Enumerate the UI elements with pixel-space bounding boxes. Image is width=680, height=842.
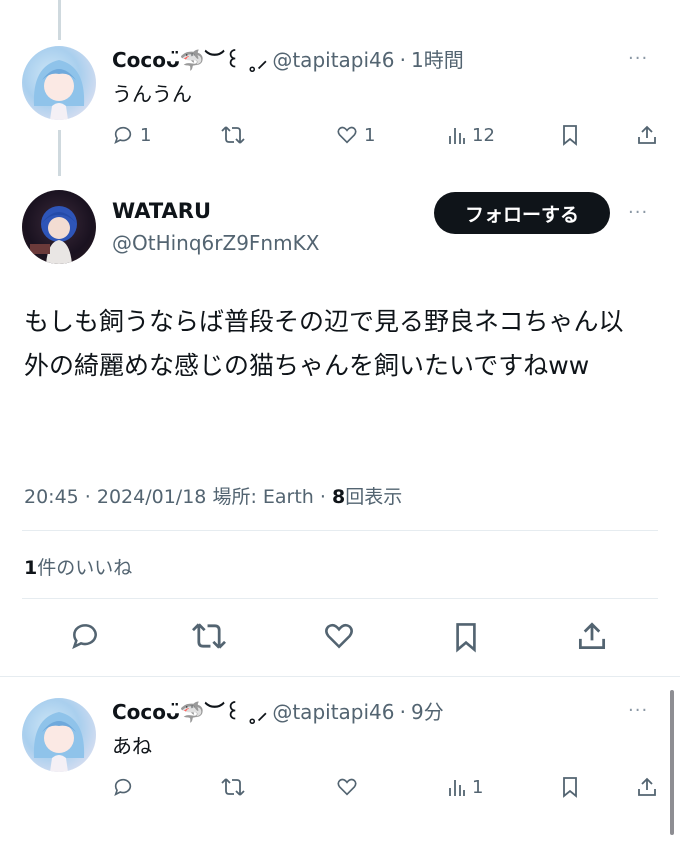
bookmark-icon [456, 623, 476, 653]
bookmark-icon [563, 125, 577, 146]
share-icon [638, 125, 656, 144]
reply-icon [72, 624, 97, 650]
handle[interactable]: @tapitapi46 [272, 48, 394, 72]
retweet-icon [192, 623, 226, 649]
location: 場所: Earth [212, 486, 314, 508]
retweet-button[interactable] [220, 776, 246, 798]
tweet-header: Cocoᴗ̈🦈︶꒰ ˳⸝ @tapitapi46 · 1時間 [112, 48, 464, 72]
bookmark-button[interactable] [452, 620, 480, 654]
avatar[interactable] [22, 46, 96, 120]
share-icon [578, 622, 606, 650]
tweet-meta: 20:45 · 2024/01/18 場所: Earth · 8回表示 [24, 486, 403, 508]
reply-button[interactable]: 1 [112, 124, 151, 146]
reply-button[interactable] [112, 776, 140, 798]
tweet-text: うんうん [112, 82, 192, 106]
name-emoji: ᴗ̈🦈︶꒰ ˳⸝ [166, 700, 268, 724]
retweet-icon [221, 778, 245, 796]
views-count: 1 [472, 776, 484, 798]
more-icon[interactable]: ··· [628, 48, 648, 69]
name-emoji: ᴗ̈🦈︶꒰ ˳⸝ [166, 48, 268, 72]
scrollbar[interactable] [670, 690, 674, 835]
tweet-time[interactable]: 1時間 [411, 48, 464, 72]
more-icon[interactable]: ··· [628, 700, 648, 721]
like-button[interactable]: 1 [336, 124, 375, 146]
divider [22, 598, 658, 599]
avatar[interactable] [22, 698, 96, 772]
tweet-text: もしも飼うならば普段その辺で見る野良ネコちゃん以外の綺麗めな感じの猫ちゃんを飼い… [24, 307, 624, 380]
views-label: 回表示 [345, 486, 403, 508]
like-icon [337, 126, 357, 144]
tweet-time[interactable]: 9分 [411, 700, 444, 724]
likes-count: 1 [24, 557, 38, 579]
like-icon [337, 778, 357, 796]
reply-button[interactable] [68, 620, 102, 652]
tweet-text: あね [112, 734, 152, 758]
retweet-button[interactable] [220, 124, 246, 146]
display-name[interactable]: WATARU [112, 199, 211, 223]
views-count: 8 [331, 486, 346, 508]
display-name[interactable]: Coco [112, 700, 166, 724]
views-button[interactable]: 12 [448, 124, 495, 146]
share-button[interactable] [636, 124, 658, 146]
share-button[interactable] [576, 620, 608, 652]
reply-count: 1 [140, 124, 152, 146]
thread-line-top [58, 0, 61, 40]
more-icon[interactable]: ··· [628, 202, 648, 223]
like-button[interactable] [322, 620, 356, 652]
reply-icon [114, 126, 132, 144]
reply-icon [114, 778, 132, 796]
views-icon [449, 128, 465, 144]
divider [0, 676, 680, 677]
retweet-button[interactable] [190, 620, 228, 652]
display-name[interactable]: Coco [112, 48, 166, 72]
handle[interactable]: @tapitapi46 [272, 700, 394, 724]
timestamp[interactable]: 20:45 · 2024/01/18 [24, 486, 206, 508]
thread-line-connector [58, 130, 61, 176]
likes-label: 件のいいね [37, 557, 133, 579]
views-icon [449, 780, 465, 796]
like-icon [325, 623, 353, 649]
likes-summary[interactable]: 1件のいいね [24, 553, 132, 580]
share-button[interactable] [636, 776, 658, 798]
like-count: 1 [364, 124, 376, 146]
share-icon [638, 777, 656, 796]
tweet-header: Cocoᴗ̈🦈︶꒰ ˳⸝ @tapitapi46 · 9分 [112, 700, 444, 724]
bookmark-button[interactable] [560, 776, 580, 798]
bookmark-button[interactable] [560, 124, 580, 146]
retweet-icon [221, 126, 245, 144]
divider [22, 530, 658, 531]
follow-button[interactable]: フォローする [434, 192, 610, 234]
bookmark-icon [563, 777, 577, 798]
views-count: 12 [472, 124, 495, 146]
avatar[interactable] [22, 190, 96, 264]
views-button[interactable]: 1 [448, 776, 483, 798]
handle[interactable]: @OtHinq6rZ9FnmKX [112, 231, 319, 255]
like-button[interactable] [336, 776, 358, 798]
